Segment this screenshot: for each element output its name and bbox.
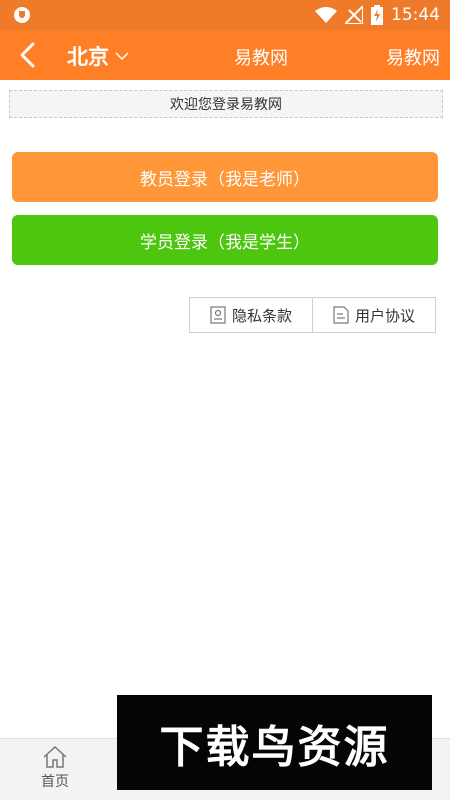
status-icons: 15:44 xyxy=(315,0,440,30)
privacy-policy-label: 隐私条款 xyxy=(231,306,292,325)
policy-links: 隐私条款 用户协议 xyxy=(189,297,436,333)
teacher-login-button[interactable]: 教员登录（我是老师） xyxy=(12,152,438,202)
watermark-logo: 下载鸟资源 xyxy=(117,695,432,790)
city-selector[interactable]: 北京 xyxy=(67,41,129,71)
page-title: 易教网 xyxy=(234,48,288,69)
home-icon xyxy=(43,745,67,768)
header-right-label[interactable]: 易教网 xyxy=(386,44,440,70)
clock: 15:44 xyxy=(391,5,440,25)
nav-home[interactable]: 首页 xyxy=(34,745,76,791)
top-bar: 北京 易教网 易教网 xyxy=(0,30,450,80)
shield-icon xyxy=(14,7,30,23)
city-label: 北京 xyxy=(67,45,109,69)
user-agreement-link[interactable]: 用户协议 xyxy=(312,298,435,332)
welcome-banner: 欢迎您登录易教网 xyxy=(9,90,443,118)
chevron-down-icon xyxy=(115,52,129,61)
nav-home-label: 首页 xyxy=(41,774,69,790)
battery-charging-icon xyxy=(371,5,383,25)
no-signal-icon xyxy=(345,6,363,24)
student-login-button[interactable]: 学员登录（我是学生） xyxy=(12,215,438,265)
status-bar: 15:44 xyxy=(0,0,450,30)
user-agreement-label: 用户协议 xyxy=(354,306,415,325)
document-icon xyxy=(210,306,226,324)
privacy-policy-link[interactable]: 隐私条款 xyxy=(190,298,312,332)
wifi-icon xyxy=(315,7,337,23)
back-arrow-icon[interactable] xyxy=(16,42,42,68)
agreement-icon xyxy=(333,306,349,324)
